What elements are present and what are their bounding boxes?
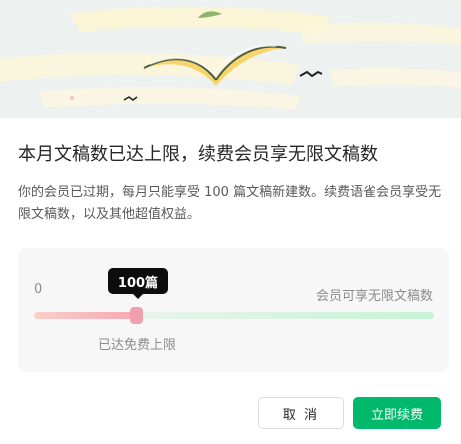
quota-slider-thumb [130,307,143,324]
dialog-description: 你的会员已过期，每月只能享受 100 篇文稿新建数。续费语雀会员享受无限文稿数，… [18,185,442,222]
dialog-title: 本月文稿数已达上限，续费会员享无限文稿数 [18,144,378,165]
cancel-button[interactable]: 取 消 [258,397,344,429]
open-book-illustration-icon [0,0,461,118]
quota-status-label: 已达免费上限 [98,338,177,353]
renew-button[interactable]: 立即续费 [353,397,441,429]
quota-panel: 0 会员可享无限文稿数 100篇 已达免费上限 [18,248,449,372]
quota-max-label: 会员可享无限文稿数 [315,289,433,304]
quota-current-tooltip: 100篇 [108,268,168,299]
quota-slider-track [34,312,434,319]
header-illustration [0,0,461,118]
quota-min-label: 0 [34,282,43,297]
